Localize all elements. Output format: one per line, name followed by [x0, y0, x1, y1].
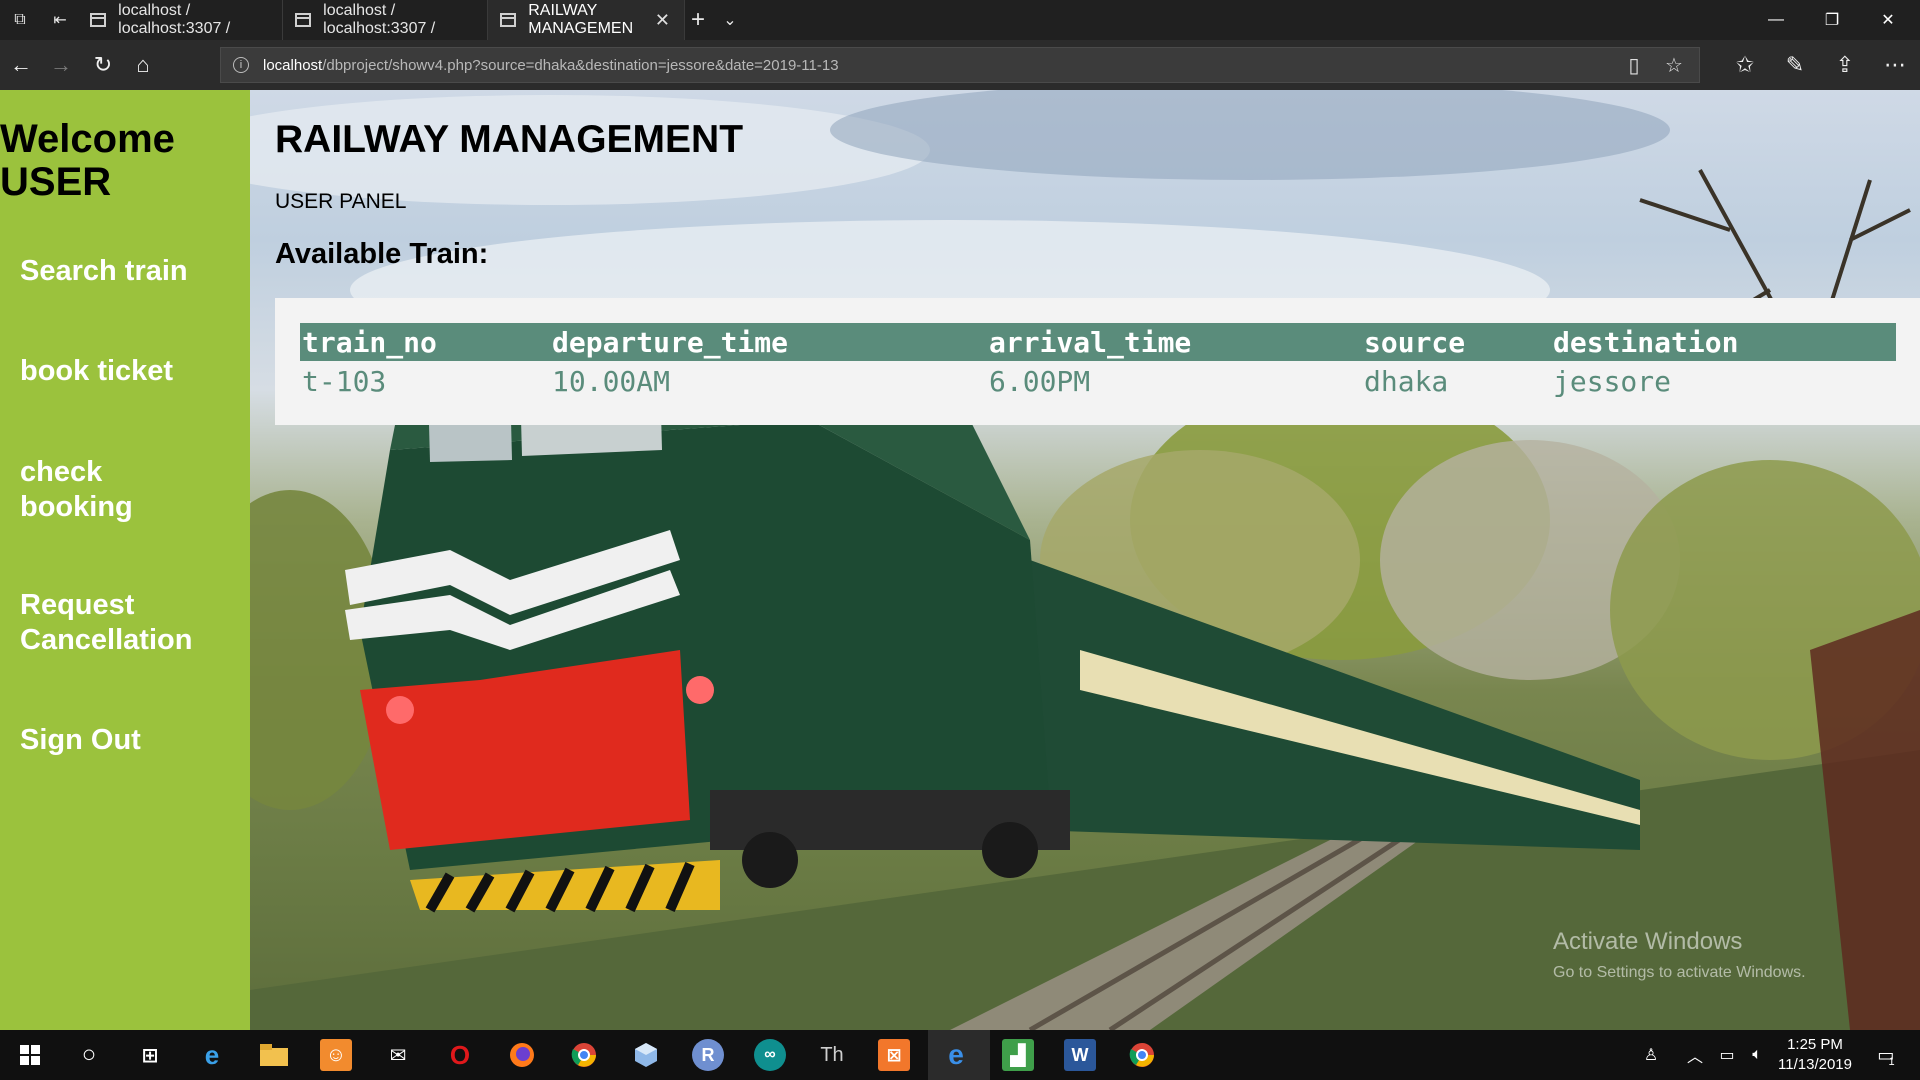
page-title: RAILWAY MANAGEMENT	[275, 118, 744, 161]
column-header-train-no: train_no	[300, 323, 550, 361]
opera-icon[interactable]: O	[444, 1039, 476, 1071]
column-header-departure-time: departure_time	[550, 323, 987, 361]
clock-time: 1:25 PM	[1787, 1036, 1843, 1053]
share-icon[interactable]: ⇪	[1830, 50, 1860, 80]
windows-start-icon[interactable]	[14, 1039, 46, 1071]
column-header-arrival-time: arrival_time	[987, 323, 1362, 361]
train-table-card: train_no departure_time arrival_time sou…	[275, 298, 1920, 425]
address-bar[interactable]: i localhost/dbproject/showv4.php?source=…	[220, 47, 1700, 83]
favorites-hub-icon[interactable]: ✩	[1730, 50, 1760, 80]
forward-arrow-icon[interactable]: →	[46, 50, 76, 80]
cell-source: dhaka	[1364, 364, 1449, 398]
tab-railway-management[interactable]: RAILWAY MANAGEMEN ✕	[488, 0, 685, 40]
column-header-source: source	[1362, 323, 1551, 361]
edge-icon[interactable]: e	[940, 1039, 972, 1071]
url-path: /dbproject/showv4.php?source=dhaka&desti…	[322, 56, 839, 74]
show-hidden-icons-chevron-icon[interactable]: ︿	[1680, 1030, 1710, 1080]
back-arrow-icon[interactable]: ←	[6, 50, 36, 80]
tab-phpmyadmin-2[interactable]: localhost / localhost:3307 /	[283, 0, 488, 40]
taskbar-clock[interactable]: 1:25 PM 11/13/2019	[1770, 1035, 1860, 1075]
page-icon	[295, 13, 312, 27]
reading-view-icon[interactable]: ▯	[1621, 52, 1647, 78]
set-aside-tabs-icon[interactable]: ⇤	[48, 8, 72, 32]
sidebar: Welcome USER Search train book ticket ch…	[0, 90, 250, 1030]
main-content: RAILWAY MANAGEMENT USER PANEL Available …	[250, 90, 1920, 1030]
close-tab-icon[interactable]: ✕	[655, 10, 670, 31]
mail-icon[interactable]: ✉	[382, 1039, 414, 1071]
refresh-icon[interactable]: ↻	[88, 50, 118, 80]
sidebar-link-search-train[interactable]: Search train	[20, 254, 240, 289]
user-panel-label: USER PANEL	[275, 190, 407, 213]
minimize-button[interactable]: —	[1748, 0, 1804, 40]
chrome-icon-2[interactable]	[1126, 1039, 1158, 1071]
chrome-icon[interactable]	[568, 1039, 600, 1071]
available-train-heading: Available Train:	[275, 238, 489, 270]
cell-train-no: t-103	[302, 364, 387, 398]
browser-nav-bar: ← → ↻ ⌂ i localhost/dbproject/showv4.php…	[0, 40, 1920, 90]
typora-icon[interactable]: Th	[816, 1039, 848, 1071]
word-icon[interactable]: W	[1064, 1039, 1096, 1071]
file-explorer-icon[interactable]	[258, 1039, 290, 1071]
activate-windows-watermark: Activate Windows Go to Settings to activ…	[1553, 928, 1806, 982]
tab-actions-icon[interactable]: ⧉	[8, 8, 32, 32]
page-icon	[90, 13, 107, 27]
cell-arrival-time: 6.00PM	[989, 364, 1091, 398]
people-icon[interactable]: ♙	[1636, 1030, 1666, 1080]
volume-muted-icon[interactable]: 🔈︎	[1742, 1030, 1772, 1080]
arduino-icon[interactable]: ∞	[754, 1039, 786, 1071]
internet-explorer-icon[interactable]: e	[196, 1039, 228, 1071]
restore-button[interactable]: ❐	[1804, 0, 1860, 40]
action-center-icon[interactable]: ▭ 1	[1866, 1030, 1906, 1080]
firefox-icon[interactable]	[506, 1039, 538, 1071]
favorite-star-icon[interactable]: ☆	[1661, 52, 1687, 78]
sidebar-link-book-ticket[interactable]: book ticket	[20, 354, 240, 389]
tab-title: localhost / localhost:3307 /	[118, 2, 231, 37]
r-language-icon[interactable]: R	[692, 1039, 724, 1071]
table-row: t-103 10.00AM 6.00PM dhaka jessore	[300, 361, 1896, 401]
welcome-heading: Welcome USER	[0, 117, 175, 204]
tab-title: localhost / localhost:3307 /	[323, 2, 436, 37]
sidebar-link-check-booking[interactable]: check booking	[20, 455, 170, 525]
home-icon[interactable]: ⌂	[128, 50, 158, 80]
cell-departure-time: 10.00AM	[552, 364, 671, 398]
sidebar-link-sign-out[interactable]: Sign Out	[20, 723, 240, 758]
watermark-subtitle: Go to Settings to activate Windows.	[1553, 964, 1806, 981]
battery-icon[interactable]: ▭	[1712, 1030, 1742, 1080]
media-app-icon[interactable]: ☺	[320, 1039, 352, 1071]
chart-app-icon[interactable]: ▟	[1002, 1039, 1034, 1071]
new-tab-icon[interactable]: +	[686, 6, 710, 33]
url-host: localhost	[263, 56, 323, 74]
clock-date: 11/13/2019	[1778, 1056, 1852, 1073]
search-circle-icon[interactable]: ○	[73, 1039, 105, 1071]
column-header-destination: destination	[1551, 323, 1896, 361]
tab-phpmyadmin-1[interactable]: localhost / localhost:3307 /	[78, 0, 283, 40]
page-viewport: Welcome USER Search train book ticket ch…	[0, 90, 1920, 1030]
table-header-row: train_no departure_time arrival_time sou…	[300, 323, 1896, 361]
sidebar-link-request-cancellation[interactable]: Request Cancellation	[20, 588, 220, 658]
cell-destination: jessore	[1553, 364, 1672, 398]
browser-tab-bar: ⧉ ⇤ localhost / localhost:3307 / localho…	[0, 0, 1920, 40]
train-background-image	[250, 90, 1920, 1030]
virtualbox-cube-icon[interactable]	[630, 1039, 662, 1071]
tab-preview-chevron-icon[interactable]: ⌄	[718, 8, 742, 32]
windows-taskbar: ○ ⊞ e ☺ ✉ O R ∞ Th ⊠ e ▟ W ♙ ︿ ▭ 🔈︎ 1:25…	[0, 1030, 1920, 1080]
site-info-icon[interactable]: i	[233, 57, 249, 73]
task-view-icon[interactable]: ⊞	[134, 1039, 166, 1071]
close-window-button[interactable]: ✕	[1860, 0, 1916, 40]
notification-count: 1	[1888, 1056, 1895, 1068]
web-note-pen-icon[interactable]: ✎	[1780, 50, 1810, 80]
more-menu-icon[interactable]: ⋯	[1880, 50, 1910, 80]
watermark-title: Activate Windows	[1553, 928, 1743, 955]
train-table: train_no departure_time arrival_time sou…	[300, 323, 1896, 401]
xampp-icon[interactable]: ⊠	[878, 1039, 910, 1071]
page-icon	[500, 13, 517, 27]
